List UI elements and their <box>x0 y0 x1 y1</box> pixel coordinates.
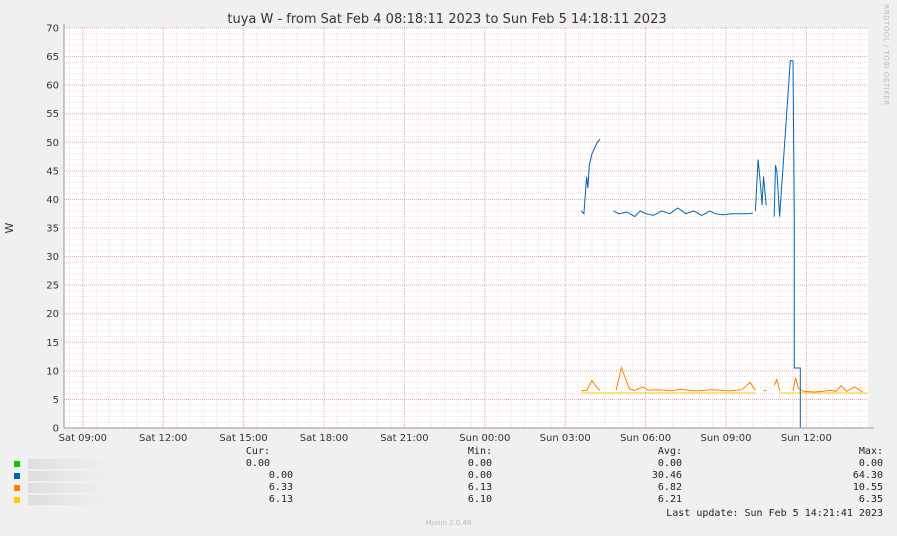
y-tick-label: 70 <box>46 24 59 35</box>
legend-swatch <box>14 485 20 491</box>
legend-cur: 6.33 <box>268 482 293 493</box>
legend-avg: 6.21 <box>657 494 682 505</box>
x-tick-label: Sun 03:00 <box>540 433 591 444</box>
legend-min: 0.00 <box>467 470 492 481</box>
legend-row: 6.13 6.10 6.21 6.35 <box>0 494 897 506</box>
x-tick-label: Sun 06:00 <box>620 433 671 444</box>
legend-label-redacted <box>28 495 113 505</box>
legend-swatch <box>14 473 20 479</box>
legend-row: 6.33 6.13 6.82 10.55 <box>0 482 897 494</box>
legend-row: 0.00 0.00 30.46 64.30 <box>0 470 897 482</box>
legend-min: 6.13 <box>467 482 492 493</box>
legend-label-redacted <box>28 459 113 469</box>
y-tick-label: 20 <box>46 309 59 320</box>
y-axis-label: W <box>3 222 16 233</box>
y-tick-label: 10 <box>46 366 59 377</box>
legend-min: 6.10 <box>467 494 492 505</box>
legend-max: 10.55 <box>852 482 883 493</box>
x-tick-label: Sat 18:00 <box>300 433 348 444</box>
legend-max: 0.00 <box>858 458 883 469</box>
y-tick-label: 65 <box>46 52 59 63</box>
last-update: Last update: Sun Feb 5 14:21:41 2023 <box>666 508 883 519</box>
legend-swatch <box>14 497 20 503</box>
legend-header-min: Min: <box>467 446 492 457</box>
legend-swatch <box>14 461 20 467</box>
legend-header-avg: Avg: <box>657 446 682 457</box>
y-tick-label: 55 <box>46 109 59 120</box>
y-tick-label: 25 <box>46 281 59 292</box>
y-tick-label: 50 <box>46 138 59 149</box>
rrdtool-credit: RRDTOOL / TOBI OETIKER <box>882 4 890 105</box>
legend-cur: 0.00 <box>268 470 293 481</box>
legend-min: 0.00 <box>467 458 492 469</box>
legend-header-max: Max: <box>858 446 883 457</box>
legend-max: 6.35 <box>858 494 883 505</box>
y-tick-label: 35 <box>46 224 59 235</box>
legend-cur: 6.13 <box>268 494 293 505</box>
y-tick-label: 15 <box>46 338 59 349</box>
chart-title: tuya W - from Sat Feb 4 08:18:11 2023 to… <box>227 12 666 27</box>
legend-label-redacted <box>28 483 113 493</box>
x-tick-label: Sat 09:00 <box>59 433 107 444</box>
legend-row: 0.00 0.00 0.00 0.00 <box>0 458 897 470</box>
munin-version: Munin 2.0.49 <box>425 519 472 527</box>
x-tick-label: Sat 21:00 <box>380 433 428 444</box>
x-tick-label: Sun 12:00 <box>781 433 832 444</box>
legend-max: 64.30 <box>852 470 883 481</box>
y-tick-label: 60 <box>46 81 59 92</box>
legend-avg: 6.82 <box>657 482 682 493</box>
legend-cur: 0.00 <box>245 458 270 469</box>
legend: Cur: Min: Avg: Max: 0.00 0.00 0.00 0.00 … <box>0 446 897 521</box>
y-tick-label: 5 <box>53 395 59 406</box>
x-tick-label: Sat 12:00 <box>139 433 187 444</box>
y-tick-label: 30 <box>46 252 59 263</box>
x-tick-label: Sun 09:00 <box>700 433 751 444</box>
y-tick-label: 40 <box>46 195 59 206</box>
x-tick-label: Sun 00:00 <box>459 433 510 444</box>
legend-label-redacted <box>28 471 113 481</box>
legend-avg: 30.46 <box>651 470 682 481</box>
legend-header-cur: Cur: <box>245 446 270 457</box>
y-tick-label: 45 <box>46 166 59 177</box>
legend-avg: 0.00 <box>657 458 682 469</box>
x-tick-label: Sat 15:00 <box>219 433 267 444</box>
